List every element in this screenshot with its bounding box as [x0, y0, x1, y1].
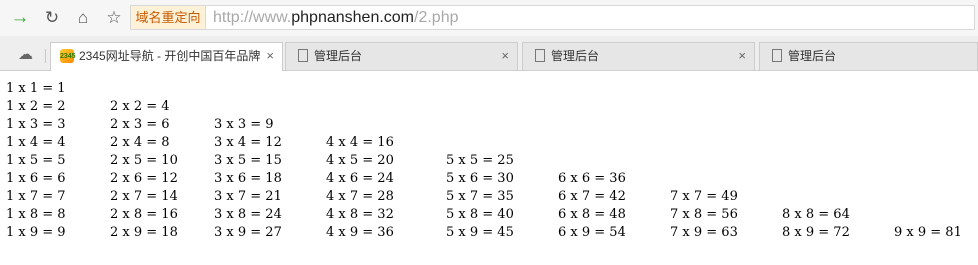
url-path: /2.php: [414, 9, 459, 26]
table-cell: 3 x 4 = 12: [214, 135, 282, 150]
tab-label: 管理后台: [314, 49, 363, 63]
table-cell: 2 x 9 = 18: [110, 225, 178, 240]
close-icon[interactable]: ×: [738, 43, 746, 69]
table-cell: 2 x 2 = 4: [110, 99, 170, 114]
tab-admin-1[interactable]: 管理后台 ×: [285, 42, 518, 70]
page-icon: [298, 49, 308, 62]
reload-icon[interactable]: ↻: [40, 5, 64, 29]
tab-admin-3[interactable]: 管理后台: [759, 42, 978, 70]
table-cell: 6 x 9 = 54: [558, 225, 626, 240]
table-cell: 7 x 7 = 49: [670, 189, 738, 204]
tab-bar: ☁ 2345 2345网址导航 - 开创中国百年品牌 × 管理后台 × 管理后台…: [0, 36, 978, 71]
tab-2345-navigation[interactable]: 2345 2345网址导航 - 开创中国百年品牌 ×: [50, 42, 283, 71]
table-cell: 1 x 4 = 4: [6, 135, 66, 150]
table-cell: 4 x 9 = 36: [326, 225, 394, 240]
table-cell: 3 x 3 = 9: [214, 117, 274, 132]
table-cell: 1 x 3 = 3: [6, 117, 66, 132]
table-cell: 1 x 1 = 1: [6, 81, 66, 96]
multiplication-table: 1 x 1 = 1 1 x 2 = 2 2 x 2 = 4 1 x 3 = 3 2 x …: [6, 80, 978, 260]
browser-toolbar: → ↻ ⌂ ☆ 域名重定向 http://www.phpnanshen.com/…: [0, 0, 978, 37]
tab-label: 2345网址导航 - 开创中国百年品牌: [79, 49, 261, 63]
table-cell: 2 x 7 = 14: [110, 189, 178, 204]
table-cell: 7 x 9 = 63: [670, 225, 738, 240]
redirect-badge[interactable]: 域名重定向: [131, 6, 206, 29]
table-cell: 3 x 6 = 18: [214, 171, 282, 186]
table-cell: 2 x 5 = 10: [110, 153, 178, 168]
page-icon: [772, 49, 782, 62]
forward-arrow-icon[interactable]: →: [8, 5, 32, 29]
cloud-icon[interactable]: ☁: [18, 47, 34, 63]
table-cell: 1 x 5 = 5: [6, 153, 66, 168]
star-icon[interactable]: ☆: [102, 5, 126, 29]
tab-label: 管理后台: [551, 49, 600, 63]
table-cell: 2 x 8 = 16: [110, 207, 178, 222]
url-prefix: http://www.: [213, 9, 292, 26]
table-cell: 6 x 6 = 36: [558, 171, 626, 186]
table-cell: 3 x 8 = 24: [214, 207, 282, 222]
address-bar[interactable]: 域名重定向 http://www.phpnanshen.com/2.php: [130, 5, 975, 30]
table-cell: 4 x 4 = 16: [326, 135, 394, 150]
tab-separator: [45, 49, 46, 63]
table-cell: 4 x 8 = 32: [326, 207, 394, 222]
table-cell: 4 x 7 = 28: [326, 189, 394, 204]
table-cell: 5 x 5 = 25: [446, 153, 514, 168]
table-cell: 8 x 8 = 64: [782, 207, 850, 222]
tab-admin-2[interactable]: 管理后台 ×: [522, 42, 755, 70]
table-cell: 5 x 6 = 30: [446, 171, 514, 186]
table-cell: 3 x 7 = 21: [214, 189, 282, 204]
url-domain: phpnanshen.com: [291, 9, 415, 26]
table-cell: 7 x 8 = 56: [670, 207, 738, 222]
2345-logo-icon: 2345: [60, 49, 76, 63]
url-text[interactable]: http://www.phpnanshen.com/2.php: [213, 6, 459, 29]
table-cell: 1 x 6 = 6: [6, 171, 66, 186]
table-cell: 1 x 9 = 9: [6, 225, 66, 240]
table-cell: 6 x 7 = 42: [558, 189, 626, 204]
table-cell: 5 x 7 = 35: [446, 189, 514, 204]
home-icon[interactable]: ⌂: [71, 5, 95, 29]
page-icon: [535, 49, 545, 62]
table-cell: 3 x 9 = 27: [214, 225, 282, 240]
tab-label: 管理后台: [788, 49, 837, 63]
table-cell: 5 x 8 = 40: [446, 207, 514, 222]
table-cell: 8 x 9 = 72: [782, 225, 850, 240]
table-cell: 2 x 4 = 8: [110, 135, 170, 150]
table-cell: 4 x 6 = 24: [326, 171, 394, 186]
table-cell: 6 x 8 = 48: [558, 207, 626, 222]
table-cell: 3 x 5 = 15: [214, 153, 282, 168]
table-cell: 1 x 7 = 7: [6, 189, 66, 204]
close-icon[interactable]: ×: [501, 43, 509, 69]
close-icon[interactable]: ×: [266, 43, 274, 69]
table-cell: 1 x 2 = 2: [6, 99, 66, 114]
table-cell: 9 x 9 = 81: [894, 225, 962, 240]
table-cell: 2 x 6 = 12: [110, 171, 178, 186]
table-cell: 4 x 5 = 20: [326, 153, 394, 168]
table-cell: 5 x 9 = 45: [446, 225, 514, 240]
table-cell: 1 x 8 = 8: [6, 207, 66, 222]
table-cell: 2 x 3 = 6: [110, 117, 170, 132]
